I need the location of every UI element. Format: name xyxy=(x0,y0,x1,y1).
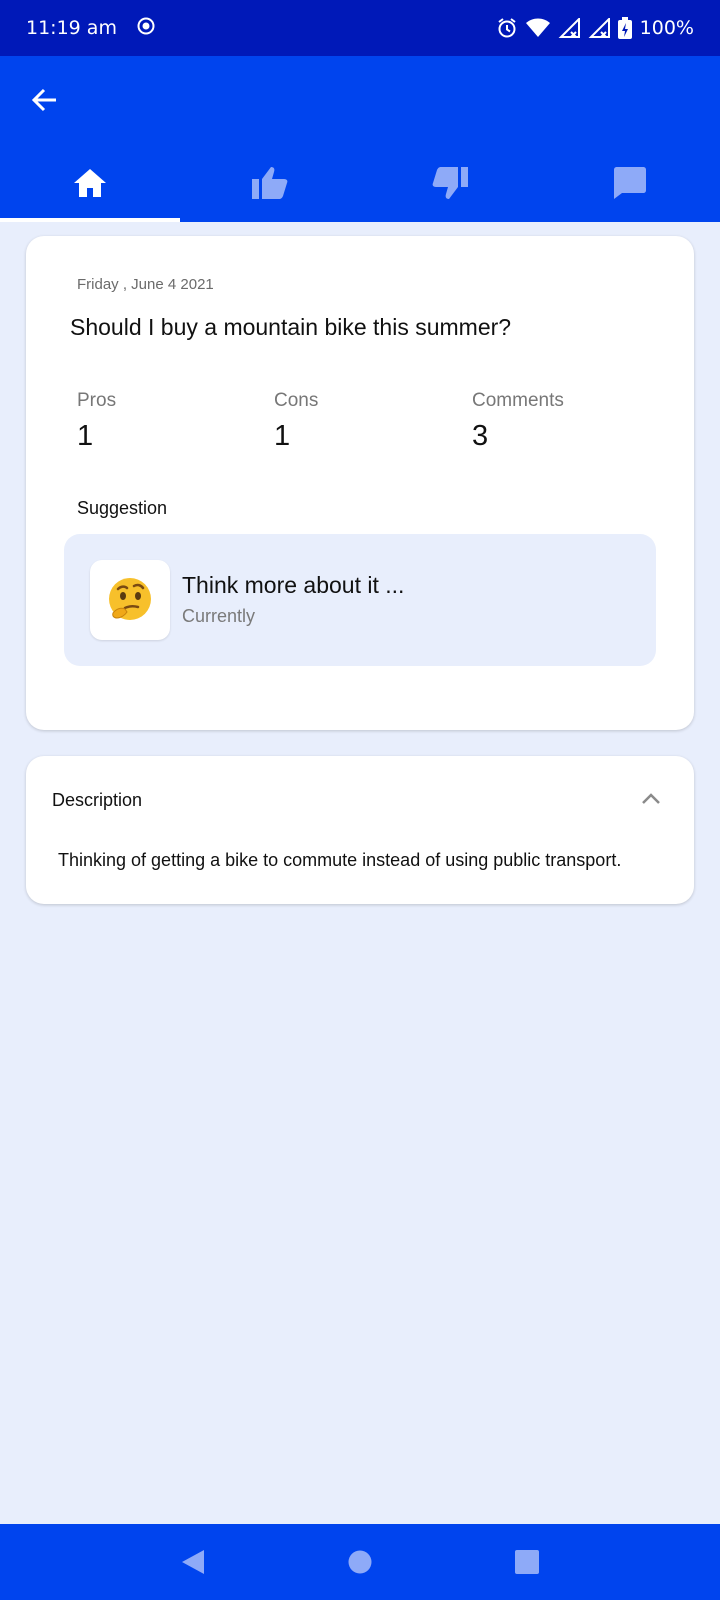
stat-label: Cons xyxy=(274,390,319,411)
description-text: Thinking of getting a bike to commute in… xyxy=(58,850,622,870)
decision-card: Friday , June 4 2021 Should I buy a moun… xyxy=(26,236,694,730)
status-right: 100% xyxy=(496,17,694,39)
system-nav-bar xyxy=(0,1524,720,1600)
comment-icon xyxy=(614,167,646,199)
home-icon xyxy=(74,169,106,197)
stat-label: Pros xyxy=(77,390,117,411)
signal-icon xyxy=(558,18,580,38)
battery-charging-icon xyxy=(617,17,632,39)
stat-comments: Comments 3 xyxy=(472,390,564,453)
thinking-face-icon xyxy=(90,560,170,640)
description-title: Description xyxy=(52,790,143,810)
decision-date: Friday , June 4 2021 xyxy=(77,276,214,293)
status-time: 11:19 am xyxy=(26,17,117,39)
tab-pros[interactable] xyxy=(180,144,360,222)
triangle-back-icon xyxy=(182,1550,205,1574)
nav-recents-button[interactable] xyxy=(507,1542,547,1582)
stat-label: Comments xyxy=(472,390,564,411)
status-bar: 11:19 am 100% xyxy=(0,0,720,56)
suggestion-box: Think more about it ... Currently xyxy=(64,534,656,666)
suggestion-subtitle: Currently xyxy=(182,606,256,626)
wifi-icon xyxy=(525,18,550,38)
circle-home-icon xyxy=(348,1550,372,1574)
record-icon xyxy=(137,17,155,40)
decision-question: Should I buy a mountain bike this summer… xyxy=(70,314,512,340)
tab-home[interactable] xyxy=(0,144,180,222)
stat-pros: Pros 1 xyxy=(77,390,116,453)
alarm-icon xyxy=(496,17,518,39)
app-bar xyxy=(0,56,720,222)
signal-icon xyxy=(588,18,610,38)
tab-comments[interactable] xyxy=(540,144,720,222)
nav-back-button[interactable] xyxy=(173,1542,213,1582)
stat-value: 3 xyxy=(472,420,489,452)
status-left: 11:19 am xyxy=(26,17,155,40)
tab-bar xyxy=(0,144,720,222)
tab-cons[interactable] xyxy=(360,144,540,222)
battery-level: 100% xyxy=(639,17,694,39)
suggestion-label: Suggestion xyxy=(77,498,168,518)
nav-home-button[interactable] xyxy=(340,1542,380,1582)
thumb-down-icon xyxy=(432,167,468,199)
thumb-up-icon xyxy=(252,167,288,199)
square-recents-icon xyxy=(514,1550,539,1574)
arrow-left-icon xyxy=(31,88,56,112)
stat-cons: Cons 1 xyxy=(274,390,318,453)
description-card: Description Thinking of getting a bike t… xyxy=(26,756,694,904)
stat-value: 1 xyxy=(77,420,94,452)
back-button[interactable] xyxy=(24,80,64,120)
stat-value: 1 xyxy=(274,420,291,452)
chevron-up-icon xyxy=(642,793,660,804)
collapse-button[interactable] xyxy=(638,786,664,812)
suggestion-title: Think more about it ... xyxy=(182,572,405,598)
